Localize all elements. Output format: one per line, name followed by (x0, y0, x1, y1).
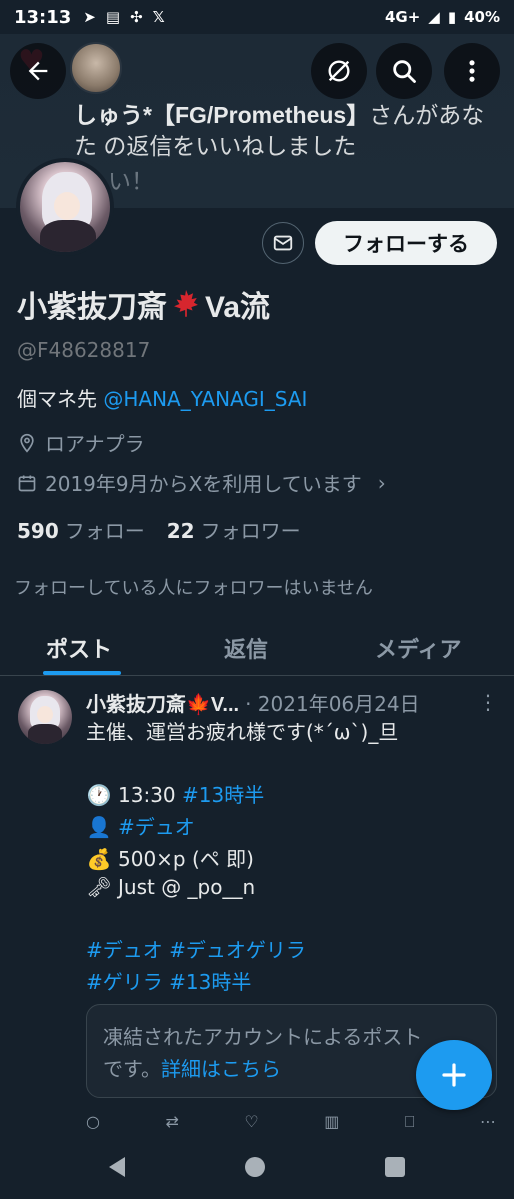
follow-button[interactable]: フォローする (315, 221, 497, 265)
post-key-text: Just @ _po__n (118, 875, 256, 899)
plus-icon (442, 1063, 466, 1087)
following-stat[interactable]: 590 フォロー (17, 515, 145, 544)
bio-mention-link[interactable]: @HANA_YANAGI_SAI (103, 387, 307, 411)
status-bar: 13:13 ➤ ▤ ✣ 𝕏 4G+ ◢ ▮ 40% (0, 0, 514, 34)
quote-text: 凍結されたアカウントによるポスト (103, 1025, 423, 1049)
mail-icon (273, 235, 293, 251)
following-count: 590 (17, 519, 59, 543)
post-money-line: 💰 500×p (ペ 即) (86, 843, 254, 872)
bio-text: 個マネ先 (17, 387, 104, 411)
chevron-right-icon: › (377, 470, 386, 495)
nav-back-icon[interactable] (109, 1156, 125, 1177)
hashtag-duo[interactable]: #デュオ (118, 815, 195, 839)
post-hashtags-line2[interactable]: #ゲリラ #13時半 (86, 966, 251, 995)
news-icon: ▤ (105, 8, 121, 26)
post-person-line: 👤 #デュオ (86, 811, 195, 840)
followers-stat[interactable]: 22 フォロワー (167, 515, 301, 544)
maple-leaf-icon (174, 289, 198, 317)
battery-icon: ▮ (447, 8, 457, 26)
joined-text: 2019年9月からXを利用しています (45, 472, 362, 496)
back-button[interactable] (10, 43, 66, 99)
nav-recents-icon[interactable] (385, 1156, 405, 1177)
grok-icon (328, 60, 350, 82)
app-icon: ✣ (130, 8, 143, 26)
navigation-icon: ➤ (83, 8, 96, 26)
like-notification[interactable]: しゅう*【FG/Prometheus】さんがあな た の返信をいいねしました (74, 100, 494, 162)
signal-icon: ◢ (428, 8, 440, 26)
post-key-line: 🗝 Just @ _po__n (86, 875, 255, 899)
post-author-name[interactable]: 小紫抜刀斎🍁V... (86, 688, 239, 717)
more-button[interactable] (444, 43, 500, 99)
profile-location: ロアナプラ (17, 428, 145, 457)
status-right: 4G+ ◢ ▮ 40% (385, 8, 500, 26)
search-button[interactable] (376, 43, 432, 99)
profile-bio: 個マネ先 @HANA_YANAGI_SAI (17, 383, 307, 412)
post-money-text: 500×p (ペ 即) (118, 847, 254, 871)
location-pin-icon (20, 433, 34, 453)
profile-joined[interactable]: 2019年9月からXを利用しています › (17, 468, 386, 497)
tab-posts[interactable]: ポスト (46, 632, 112, 664)
post-header: 小紫抜刀斎🍁V... · 2021年06月24日 (86, 688, 420, 717)
reply-icon[interactable]: ○ (86, 1112, 100, 1132)
person-icon: 👤 (86, 815, 112, 839)
post-time-line: 🕐 13:30 #13時半 (86, 779, 265, 808)
active-tab-indicator (43, 671, 121, 675)
profile-handle: @F48628817 (17, 338, 151, 362)
share-icon[interactable]: ⋯ (480, 1112, 496, 1132)
notification-text-line2: た の返信をいいねしました (74, 133, 357, 159)
views-icon[interactable]: ▥ (324, 1112, 339, 1132)
post-avatar[interactable] (18, 690, 72, 744)
followers-you-know-note: フォローしている人にフォロワーはいません (14, 578, 373, 599)
post-actions: ○ ⇄ ♡ ▥ ⎕ ⋯ (86, 1112, 496, 1132)
repost-icon[interactable]: ⇄ (165, 1112, 178, 1132)
key-icon: 🗝 (86, 875, 112, 899)
nav-home-icon[interactable] (245, 1156, 265, 1177)
back-arrow-icon (28, 61, 48, 81)
post-hashtags-line1[interactable]: #デュオ #デュオゲリラ (86, 934, 306, 963)
profile-tabs: ポスト 返信 メディア (0, 620, 514, 676)
compose-post-button[interactable] (416, 1040, 492, 1110)
profile-display-name: 小紫抜刀斎 Va流 (17, 282, 270, 326)
notification-user-name: しゅう*【FG/Prometheus】 (74, 102, 370, 128)
notification-avatar (70, 42, 122, 94)
profile-avatar[interactable] (16, 158, 114, 256)
notification-faded-text: い！ (108, 169, 154, 195)
followers-label: フォロワー (200, 519, 301, 543)
status-time: 13:13 (14, 6, 72, 28)
x-logo-icon: 𝕏 (152, 8, 165, 26)
post-date: · 2021年06月24日 (245, 692, 420, 716)
followers-count: 22 (166, 519, 195, 543)
post-text-line1: 主催、運営お疲れ様です(*´ω`)_旦 (86, 720, 399, 744)
clock-icon: 🕐 (86, 783, 112, 807)
tab-replies[interactable]: 返信 (224, 632, 268, 664)
bookmark-icon[interactable]: ⎕ (405, 1112, 415, 1132)
tab-media[interactable]: メディア (375, 632, 461, 664)
search-icon (393, 60, 416, 83)
quote-details-link[interactable]: 詳細はこちら (161, 1057, 281, 1081)
money-bag-icon: 💰 (86, 847, 112, 871)
calendar-icon (18, 475, 36, 491)
profile-stats: 590 フォロー 22 フォロワー (17, 515, 301, 544)
post-time-text: 13:30 (118, 783, 182, 807)
hashtag-13jihan[interactable]: #13時半 (182, 783, 264, 807)
message-button[interactable] (262, 222, 304, 264)
post-more-icon[interactable]: ⋮ (478, 690, 498, 714)
location-text: ロアナプラ (45, 432, 145, 456)
display-name-suffix: Va流 (205, 291, 271, 324)
system-nav-bar (0, 1134, 514, 1199)
following-label: フォロー (64, 519, 145, 543)
status-icons: ➤ ▤ ✣ 𝕏 (83, 8, 164, 26)
like-icon[interactable]: ♡ (244, 1112, 258, 1132)
quote-text-prefix: です。 (103, 1057, 161, 1081)
network-label: 4G+ (384, 8, 421, 26)
more-vertical-icon (469, 60, 475, 82)
notification-text: さんがあな (369, 102, 485, 128)
grok-button[interactable] (311, 43, 367, 99)
display-name-text: 小紫抜刀斎 (17, 291, 167, 324)
battery-level: 40% (464, 8, 500, 26)
